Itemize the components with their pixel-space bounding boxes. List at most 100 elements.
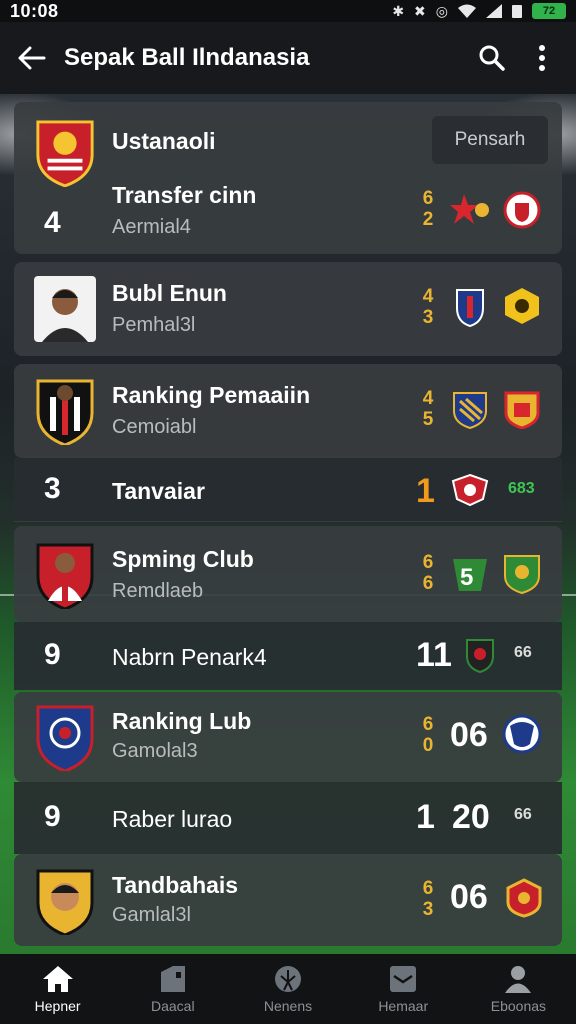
rank-number: 4 — [44, 206, 61, 239]
green-crest-icon — [502, 554, 542, 594]
nav-label: Hepner — [34, 998, 81, 1014]
dark-crest-icon — [460, 636, 500, 676]
player-name: Ranking Lub — [112, 708, 252, 734]
striped-crest-icon — [450, 390, 490, 430]
crest-icon — [36, 543, 94, 609]
nav-item-home[interactable]: Hepner — [0, 954, 115, 1024]
nav-item-hemaar[interactable]: Hemaar — [346, 954, 461, 1024]
list-item[interactable]: Spming Club Remdlaeb 6 6 5 — [14, 526, 562, 622]
back-button[interactable] — [16, 42, 48, 74]
sim-icon — [512, 4, 522, 18]
score-top: 4 — [422, 286, 434, 307]
rank-number: 9 — [44, 800, 61, 833]
value-number: 06 — [450, 716, 488, 754]
pencarian-button[interactable]: Pensarh — [432, 116, 548, 164]
player-name: Nabrn Penark4 — [112, 644, 267, 670]
blue-ball-crest-icon — [502, 714, 542, 754]
status-bar: 10:08 ✱ ✖ ◎ 72 — [0, 0, 576, 22]
nav-item-daacal[interactable]: Daacal — [115, 954, 230, 1024]
score-stack: 6 3 — [418, 878, 438, 920]
player-subtitle: Aermial4 — [112, 216, 191, 238]
more-options-button[interactable] — [524, 40, 560, 76]
club-crest-badge — [34, 702, 96, 772]
rank-number: 9 — [44, 638, 61, 671]
score-top: 4 — [422, 388, 434, 409]
list-item[interactable]: 3 Tanvaiar 1 683 — [14, 458, 562, 522]
score-bottom: 3 — [422, 899, 434, 920]
score-bottom: 5 — [422, 409, 434, 430]
nav-label: Daacal — [151, 998, 195, 1014]
player-name: Raber lurao — [112, 806, 233, 832]
nav-label: Eboonas — [490, 998, 547, 1014]
score-stack: 6 2 — [418, 188, 438, 230]
rank-number: 3 — [44, 472, 61, 505]
nav-item-nenens[interactable]: Nenens — [230, 954, 345, 1024]
player-subtitle: Gamolal3 — [112, 740, 198, 762]
value-number: 1 — [416, 472, 435, 510]
yellow-crest-icon — [502, 286, 542, 326]
star-crest-icon — [450, 190, 490, 230]
signal-icon — [486, 4, 502, 18]
score-bottom: 3 — [422, 307, 434, 328]
score-bottom: 6 — [422, 573, 434, 594]
player-name: Transfer cinn — [112, 182, 257, 208]
crest-icon — [36, 869, 94, 935]
back-arrow-icon — [18, 46, 46, 70]
score-top: 6 — [422, 714, 434, 735]
home-icon — [42, 966, 73, 992]
list-item[interactable]: Ustanaoli Pensarh 4 Transfer cinn Aermia… — [14, 102, 562, 254]
value-left: 1 — [416, 798, 435, 836]
nav-label: Nenens — [263, 998, 313, 1014]
score-bottom: 2 — [422, 209, 434, 230]
more-vert-icon — [539, 45, 545, 71]
player-subtitle: Gamlal3l — [112, 904, 191, 926]
crest-icon — [36, 705, 94, 771]
bluetooth-icon: ✱ — [392, 2, 405, 19]
mute-icon: ✖ — [414, 2, 426, 19]
player-name: Tandbahais — [112, 872, 239, 898]
value-number: 11 — [416, 636, 452, 674]
wifi-icon — [458, 4, 476, 18]
list-item[interactable]: Tandbahais Gamlal3l 6 3 06 — [14, 854, 562, 946]
list-item[interactable]: Bubl Enun Pemhal3l 4 3 — [14, 262, 562, 356]
player-subtitle: Remdlaeb — [112, 580, 204, 602]
list-item[interactable]: Ranking Pemaaiin Cemoiabl 4 5 — [14, 364, 562, 458]
person-icon — [505, 966, 532, 993]
value-number: 06 — [450, 878, 488, 916]
list-item[interactable]: 9 Raber lurao 1 20 66 — [14, 782, 562, 854]
building-icon — [160, 966, 185, 992]
value-number: 20 — [452, 798, 490, 836]
player-name: Spming Club — [112, 546, 254, 572]
score-stack: 4 3 — [418, 286, 438, 328]
battery-icon: 72 — [532, 3, 566, 19]
search-button[interactable] — [474, 40, 510, 76]
score-top: 6 — [422, 878, 434, 899]
crest-icon — [36, 379, 94, 445]
score-top: 6 — [422, 188, 434, 209]
score-bottom: 0 — [422, 735, 434, 756]
score-stack: 4 5 — [418, 388, 438, 430]
app-bar: Sepak Ball Ilndanasia — [0, 22, 576, 94]
card-title: Ustanaoli — [112, 128, 216, 154]
red-yellow-crest-icon — [502, 390, 542, 430]
green-emblem-icon: 5 — [450, 554, 490, 594]
mini-score: 66 — [514, 806, 532, 823]
crest-icon — [36, 120, 94, 187]
mini-score: 683 — [508, 480, 535, 497]
club-crest-badge — [34, 540, 96, 610]
inbox-icon — [390, 966, 417, 992]
ball-icon — [275, 966, 301, 992]
player-name: Ranking Pemaaiin — [112, 382, 311, 408]
club-crest-badge — [34, 376, 96, 446]
avatar — [34, 276, 96, 342]
player-avatar — [34, 274, 96, 344]
list-item[interactable]: Ranking Lub Gamolal3 6 0 06 — [14, 692, 562, 782]
app-title: Sepak Ball Ilndanasia — [64, 44, 310, 71]
list-item[interactable]: 9 Nabrn Penark4 11 66 — [14, 622, 562, 690]
red-crest-icon — [450, 470, 490, 510]
search-icon — [479, 45, 505, 71]
score-stack: 6 0 — [418, 714, 438, 756]
mini-score: 66 — [514, 644, 532, 661]
nav-item-eboonas[interactable]: Eboonas — [461, 954, 576, 1024]
svg-text:5: 5 — [460, 564, 473, 591]
